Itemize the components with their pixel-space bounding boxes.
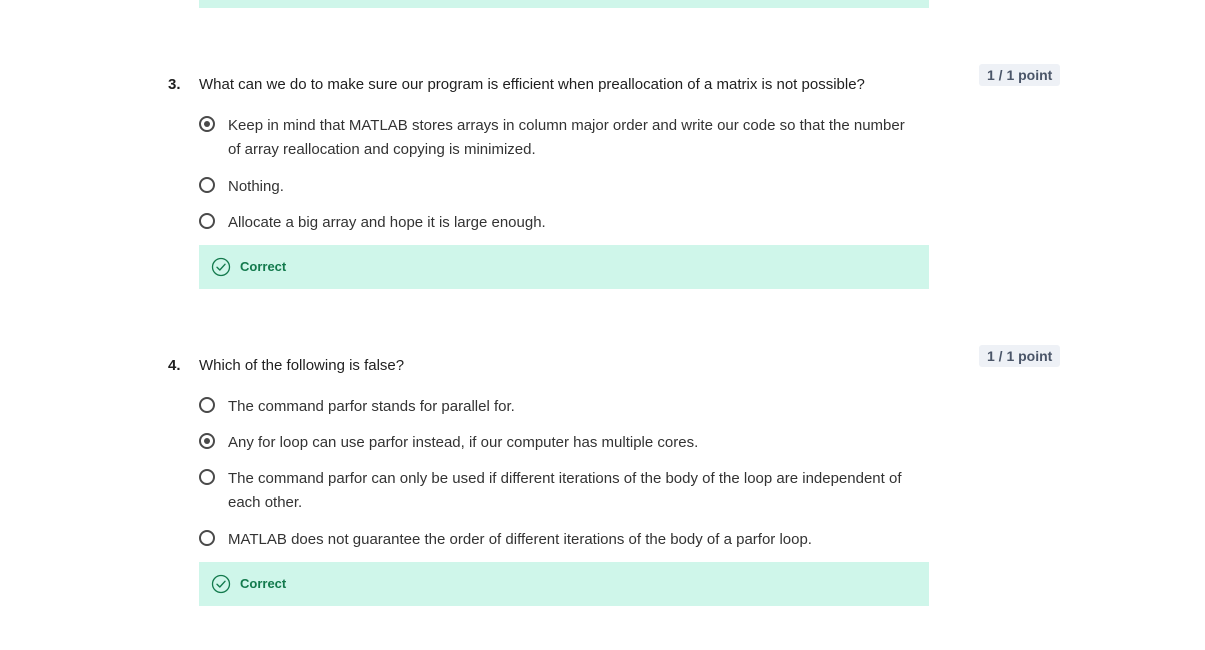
question-text: What can we do to make sure our program … — [199, 76, 865, 93]
option-label: The command parfor stands for parallel f… — [228, 398, 515, 415]
question-number: 3. — [168, 76, 181, 93]
radio-selected-icon[interactable] — [199, 433, 215, 449]
points-badge: 1 / 1 point — [979, 64, 1061, 86]
points-badge: 1 / 1 point — [979, 345, 1061, 367]
radio-icon[interactable] — [199, 530, 215, 546]
question-text: Which of the following is false? — [199, 357, 405, 374]
option-label: MATLAB does not guarantee the order of d… — [228, 531, 812, 548]
option-label: Allocate a big array and hope it is larg… — [228, 214, 546, 231]
option-label: The command parfor can only be used if d… — [228, 470, 902, 511]
option-label: Any for loop can use parfor instead, if … — [228, 434, 699, 451]
previous-feedback-banner — [199, 0, 929, 8]
feedback-label: Correct — [240, 576, 287, 591]
radio-icon[interactable] — [199, 397, 215, 413]
radio-icon[interactable] — [199, 469, 215, 485]
check-circle-icon — [211, 574, 231, 594]
feedback-correct-q3: Correct — [199, 245, 929, 289]
option-label: Keep in mind that MATLAB stores arrays i… — [228, 117, 905, 158]
feedback-correct-q4: Correct — [199, 562, 929, 606]
check-circle-icon — [211, 257, 231, 277]
question-number: 4. — [168, 357, 181, 374]
radio-icon[interactable] — [199, 213, 215, 229]
option-label: Nothing. — [228, 178, 284, 195]
radio-selected-icon[interactable] — [199, 116, 215, 132]
radio-icon[interactable] — [199, 177, 215, 193]
feedback-label: Correct — [240, 259, 287, 274]
